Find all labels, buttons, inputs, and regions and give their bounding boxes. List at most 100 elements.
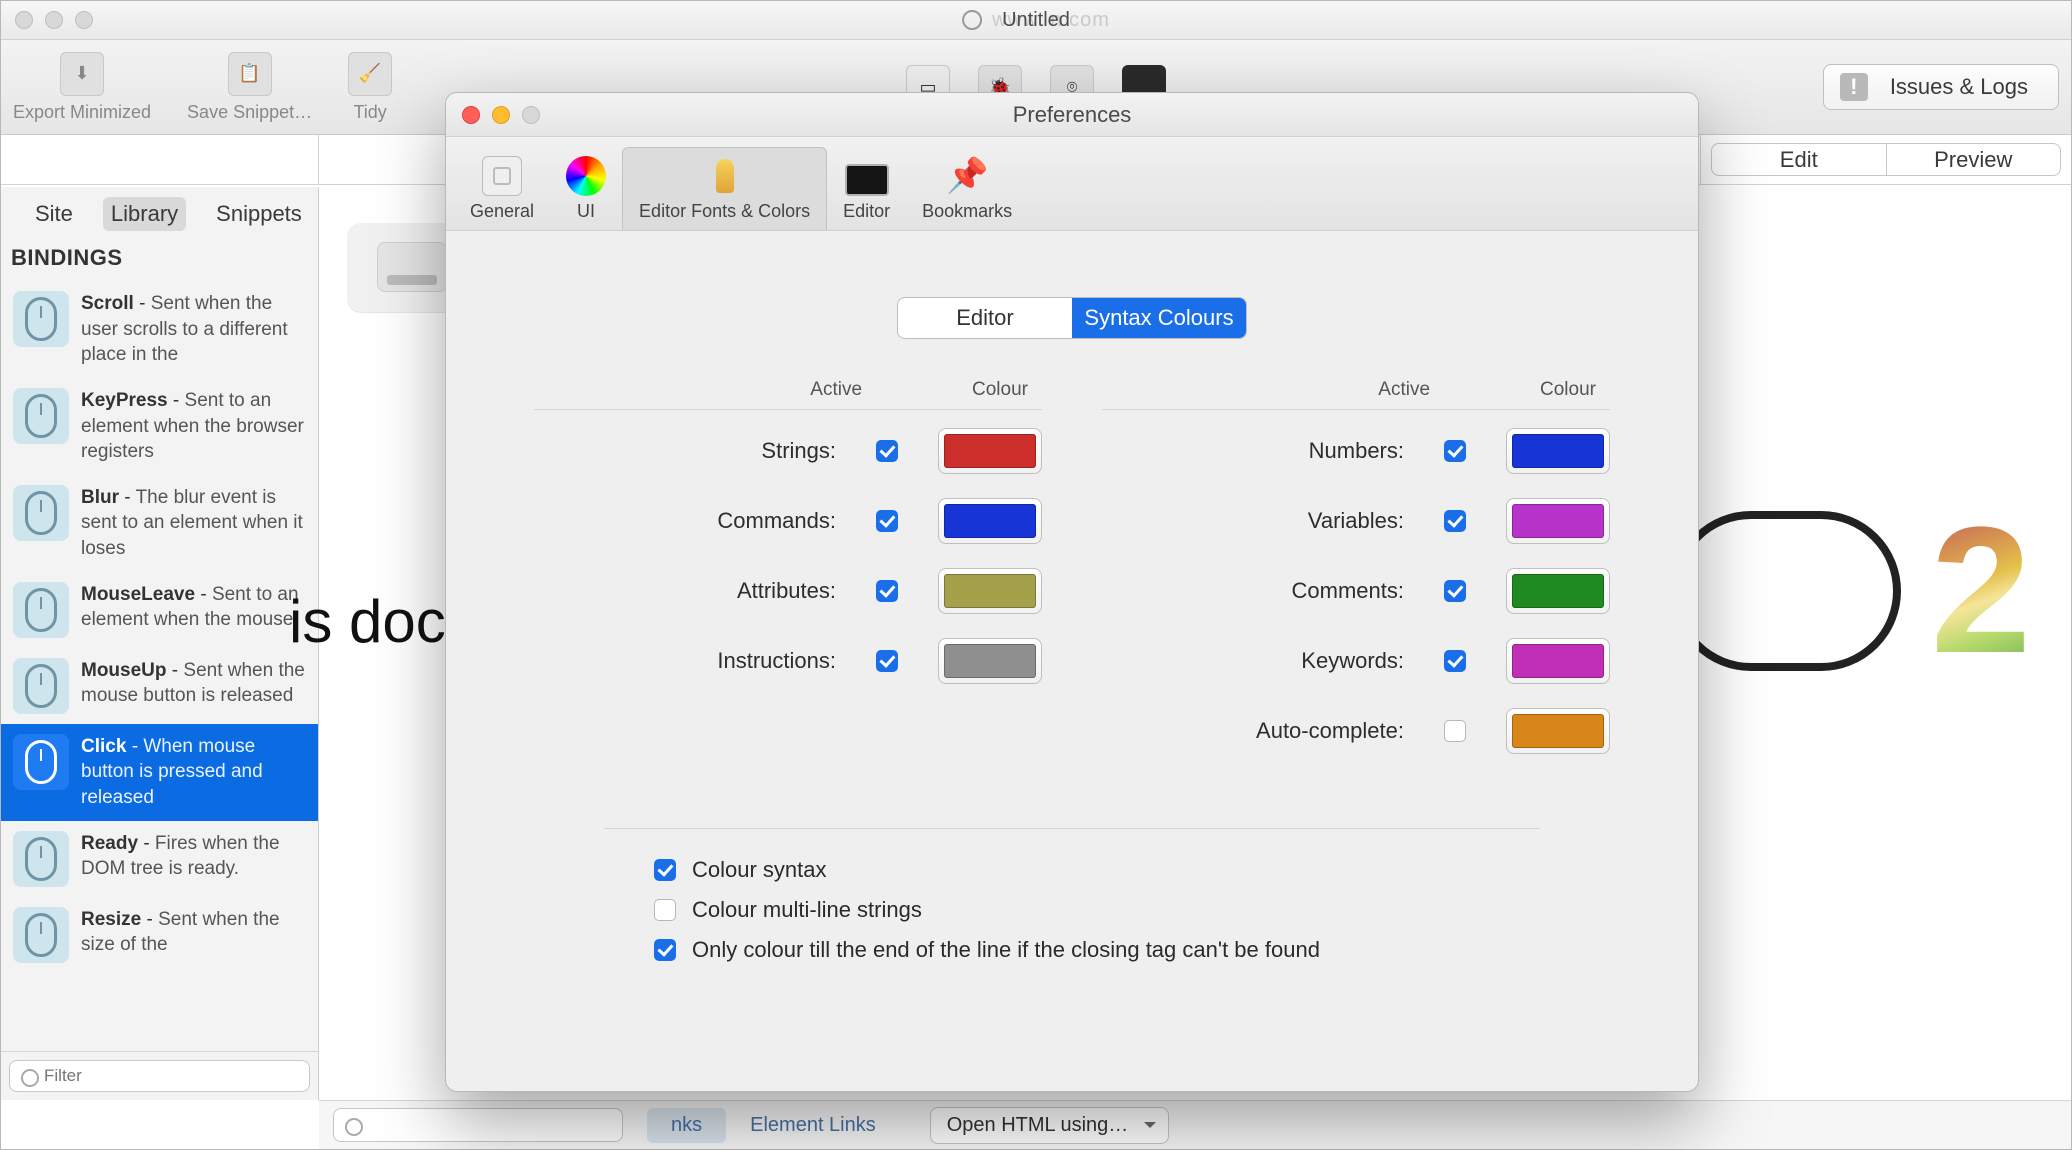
broom-icon: 🧹: [348, 52, 392, 96]
issues-logs-button[interactable]: ! Issues & Logs: [1823, 64, 2059, 110]
bottom-search: [333, 1108, 623, 1142]
sidebar-item-click[interactable]: Click - When mouse button is pressed and…: [1, 724, 318, 821]
option-label: Colour syntax: [692, 857, 827, 883]
close-icon[interactable]: [462, 106, 480, 124]
prefs-segment: Editor Syntax Colours: [897, 297, 1247, 339]
sidebar-item-mouseup[interactable]: MouseUp - Sent when the mouse button is …: [1, 648, 318, 724]
head-colour: Colour: [972, 379, 1028, 401]
colour-swatch[interactable]: [938, 498, 1042, 544]
sidebar-item-ready[interactable]: Ready - Fires when the DOM tree is ready…: [1, 821, 318, 897]
prefs-tab-ui[interactable]: UI: [550, 148, 622, 230]
active-checkbox[interactable]: [876, 580, 898, 602]
sidebar-item-text: Blur - The blur event is sent to an elem…: [81, 485, 306, 562]
active-checkbox[interactable]: [1444, 580, 1466, 602]
save-snippet-button[interactable]: 📋 Save Snippet…: [187, 52, 312, 123]
sidebar-item-dash: -: [124, 487, 135, 508]
tab-snippets[interactable]: Snippets: [208, 197, 310, 231]
zoom-icon[interactable]: [522, 106, 540, 124]
sidebar-item-dash: -: [139, 293, 151, 314]
active-checkbox[interactable]: [1444, 720, 1466, 742]
sidebar-item-keypress[interactable]: KeyPress - Sent to an element when the b…: [1, 378, 318, 475]
toolbar-right-group: ! Issues & Logs: [1823, 64, 2059, 110]
active-checkbox[interactable]: [1444, 440, 1466, 462]
bottom-tab-active[interactable]: nks: [647, 1108, 726, 1143]
option-row: Colour multi-line strings: [654, 897, 1610, 923]
prefs-tab-fonts-colors[interactable]: Editor Fonts & Colors: [622, 147, 827, 230]
active-checkbox[interactable]: [876, 510, 898, 532]
colour-swatch[interactable]: [1506, 708, 1610, 754]
colour-swatch[interactable]: [938, 428, 1042, 474]
option-row: Colour syntax: [654, 857, 1610, 883]
tb-label: Export Minimized: [13, 102, 151, 123]
window-title: Untitled: [1002, 9, 1070, 32]
head-colour: Colour: [1540, 379, 1596, 401]
prefs-tab-editor[interactable]: Editor: [827, 156, 906, 230]
open-html-select[interactable]: Open HTML using…: [930, 1107, 1170, 1144]
sidebar-tabs: Site Library Snippets: [1, 187, 318, 237]
option-row: Only colour till the end of the line if …: [654, 937, 1610, 963]
minimize-icon[interactable]: [45, 11, 63, 29]
toolbar-left-group: ⬇ Export Minimized 📋 Save Snippet… 🧹 Tid…: [13, 52, 392, 123]
sidebar-filter: [1, 1051, 318, 1100]
sidebar-item-scroll[interactable]: Scroll - Sent when the user scrolls to a…: [1, 281, 318, 378]
sidebar-item-blur[interactable]: Blur - The blur event is sent to an elem…: [1, 475, 318, 572]
binding-icon: [13, 831, 69, 887]
colour-swatch[interactable]: [1506, 568, 1610, 614]
zoom-icon[interactable]: [75, 11, 93, 29]
segment-editor[interactable]: Editor: [898, 298, 1072, 338]
col-head-right: Active Colour: [1102, 379, 1610, 410]
sidebar-item-title: Ready: [81, 833, 138, 854]
active-checkbox[interactable]: [1444, 650, 1466, 672]
close-icon[interactable]: [15, 11, 33, 29]
prefs-tab-general[interactable]: General: [454, 148, 550, 230]
colour-col-right: Active Colour Numbers: Variables: Commen…: [1102, 379, 1610, 778]
colour-label: Keywords:: [1102, 648, 1404, 674]
sidebar-item-title: MouseUp: [81, 660, 167, 681]
active-checkbox[interactable]: [876, 650, 898, 672]
edit-tab[interactable]: Edit: [1712, 144, 1886, 175]
active-checkbox[interactable]: [876, 440, 898, 462]
pill-outline-icon: [1671, 511, 1901, 671]
active-checkbox[interactable]: [1444, 510, 1466, 532]
export-minimized-button[interactable]: ⬇ Export Minimized: [13, 52, 151, 123]
prefs-title: Preferences: [1013, 102, 1132, 128]
sidebar-item-text: KeyPress - Sent to an element when the b…: [81, 388, 306, 465]
colour-label: Variables:: [1102, 508, 1404, 534]
binding-icon: [13, 485, 69, 541]
preview-tab[interactable]: Preview: [1886, 144, 2061, 175]
prefs-tab-label: Editor: [843, 201, 890, 222]
colour-swatch[interactable]: [1506, 638, 1610, 684]
sidebar-item-text: Resize - Sent when the size of the: [81, 907, 306, 958]
colour-swatch[interactable]: [1506, 498, 1610, 544]
bottom-tab-element-links[interactable]: Element Links: [750, 1114, 876, 1137]
breadcrumb: [1, 135, 319, 184]
colour-swatch[interactable]: [1506, 428, 1610, 474]
filter-input[interactable]: [9, 1060, 310, 1092]
tb-label: Tidy: [353, 102, 386, 123]
colour-swatch[interactable]: [938, 568, 1042, 614]
tab-site[interactable]: Site: [27, 197, 81, 231]
minimize-icon[interactable]: [492, 106, 510, 124]
sidebar-item-text: Ready - Fires when the DOM tree is ready…: [81, 831, 306, 882]
sidebar-item-mouseleave[interactable]: MouseLeave - Sent to an element when the…: [1, 572, 318, 648]
tidy-button[interactable]: 🧹 Tidy: [348, 52, 392, 123]
sidebar-item-dash: -: [200, 584, 212, 605]
option-label: Colour multi-line strings: [692, 897, 922, 923]
colour-label: Auto-complete:: [1102, 718, 1404, 744]
tab-library[interactable]: Library: [103, 197, 186, 231]
colour-label: Instructions:: [534, 648, 836, 674]
colour-swatch[interactable]: [938, 638, 1042, 684]
option-checkbox[interactable]: [654, 859, 676, 881]
color-wheel-icon: [566, 156, 606, 196]
gear-icon: [482, 156, 522, 196]
option-checkbox[interactable]: [654, 899, 676, 921]
bottom-search-input[interactable]: [333, 1108, 623, 1142]
sidebar-item-text: Click - When mouse button is pressed and…: [81, 734, 306, 811]
terminal-icon: [845, 164, 889, 196]
prefs-tab-bookmarks[interactable]: 📌 Bookmarks: [906, 148, 1028, 230]
prefs-traffic-lights: [446, 106, 540, 124]
segment-syntax-colours[interactable]: Syntax Colours: [1072, 298, 1246, 338]
option-checkbox[interactable]: [654, 939, 676, 961]
sidebar-item-resize[interactable]: Resize - Sent when the size of the: [1, 897, 318, 973]
prefs-tab-label: UI: [577, 201, 595, 222]
